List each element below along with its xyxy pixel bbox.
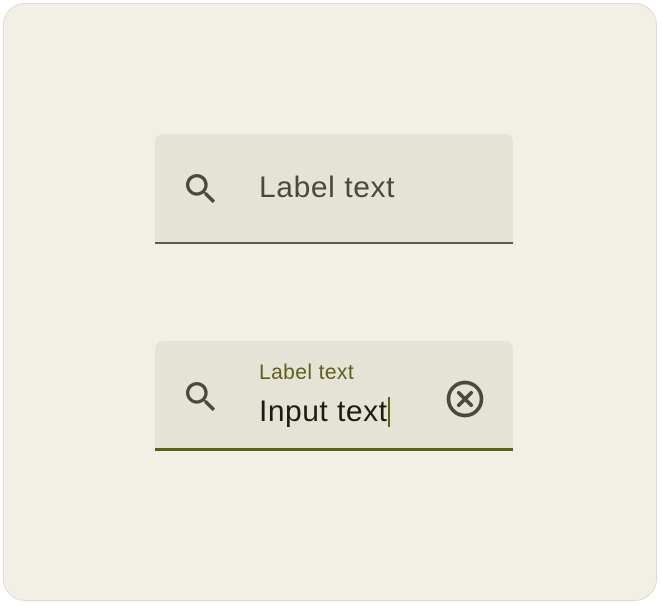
text-cursor: [388, 397, 391, 427]
field-label: Label text: [259, 171, 396, 204]
search-text-field-empty[interactable]: Label text: [155, 134, 513, 244]
input-area[interactable]: Input text: [259, 393, 391, 431]
field-floating-label: Label text: [259, 361, 355, 384]
search-icon: [186, 382, 216, 412]
search-text-field-focused[interactable]: Label text Input text: [155, 341, 513, 451]
clear-icon[interactable]: [443, 377, 487, 421]
canvas-frame: Label text Label text Input text: [3, 3, 657, 601]
search-icon: [186, 174, 216, 204]
input-value[interactable]: Input text: [259, 394, 387, 430]
